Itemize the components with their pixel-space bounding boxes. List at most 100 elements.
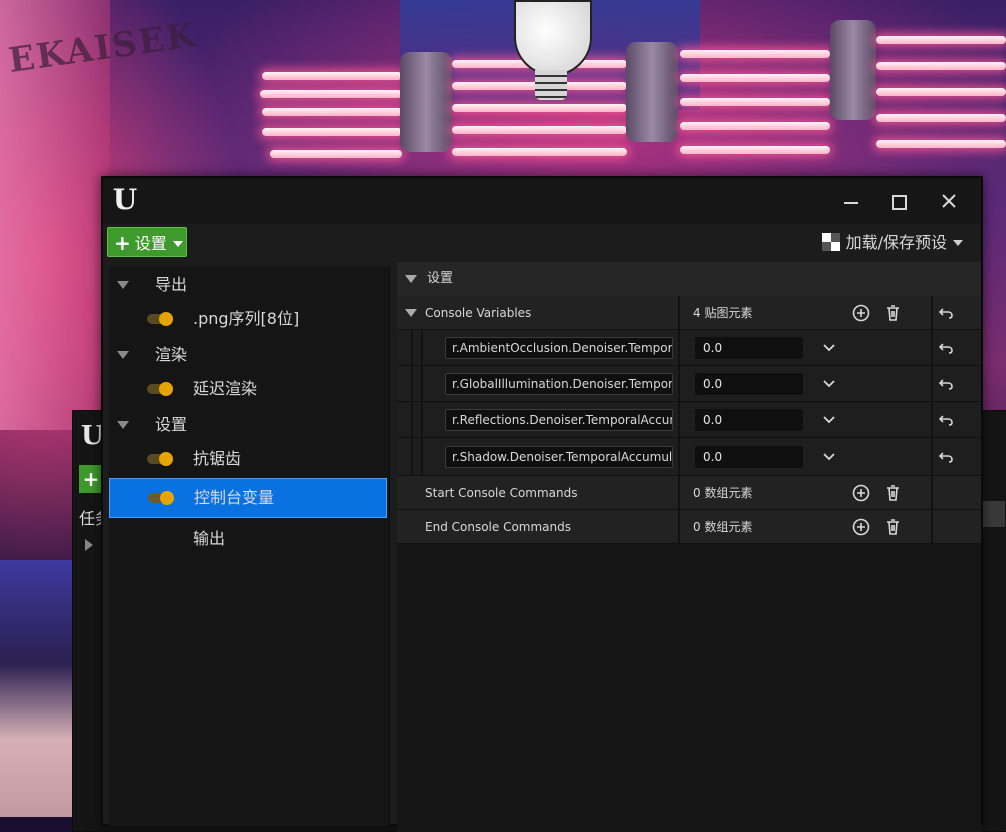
load-save-presets-button[interactable]: 加载/保存预设: [821, 230, 963, 256]
console-variable-value-input[interactable]: 0.0: [695, 373, 803, 395]
maximize-button[interactable]: [881, 186, 917, 216]
add-element-button[interactable]: [851, 483, 871, 503]
toolbar: + 设置 加载/保存预设: [103, 224, 981, 262]
enable-toggle[interactable]: [147, 452, 175, 466]
expand-arrow-icon[interactable]: [117, 421, 129, 429]
tree-category-export[interactable]: 导出: [109, 266, 387, 304]
expand-arrow-icon[interactable]: [85, 539, 93, 551]
neon-tube: [270, 150, 402, 158]
neon-tube: [876, 62, 1006, 70]
console-variable-key-input[interactable]: r.AmbientOcclusion.Denoiser.TemporalAccu…: [445, 337, 673, 359]
console-variable-key-input[interactable]: r.Shadow.Denoiser.TemporalAccumulation: [445, 446, 673, 468]
movie-render-settings-window: U + 设置 加载/保存预设 导出 .png序列[8位] 渲染 延迟渲染 设置 …: [101, 176, 983, 832]
delete-all-button[interactable]: [883, 483, 903, 503]
console-variable-key-input[interactable]: r.GlobalIllumination.Denoiser.TemporalAc…: [445, 373, 673, 395]
enable-toggle[interactable]: [147, 312, 175, 326]
console-variable-entry: r.Reflections.Denoiser.TemporalAccumulat…: [397, 402, 981, 438]
undo-icon: [938, 343, 953, 354]
pipe-cylinder: [626, 42, 678, 142]
settings-tree: 导出 .png序列[8位] 渲染 延迟渲染 设置 抗锯齿 控制台变量 输出: [109, 266, 390, 826]
console-variable-value-input[interactable]: 0.0: [695, 337, 803, 359]
chevron-down-icon: [953, 240, 963, 246]
enable-toggle[interactable]: [147, 382, 175, 396]
add-element-button[interactable]: [851, 517, 871, 537]
undo-icon: [938, 379, 953, 390]
tree-category-label: 导出: [155, 275, 188, 294]
preset-icon: [821, 233, 840, 251]
reset-to-default-button[interactable]: [935, 446, 957, 468]
delete-all-button[interactable]: [883, 303, 903, 323]
chevron-down-icon[interactable]: [821, 376, 837, 392]
indent-guide: [411, 438, 413, 475]
indent-guide: [421, 438, 423, 475]
tree-item-label: 抗锯齿: [193, 449, 242, 468]
chevron-down-icon: [172, 241, 183, 247]
indent-guide: [411, 402, 413, 437]
tree-category-settings[interactable]: 设置: [109, 406, 387, 444]
column-divider: [678, 366, 680, 401]
chevron-down-icon[interactable]: [821, 412, 837, 428]
maximize-icon: [891, 195, 907, 210]
trash-icon: [887, 485, 899, 501]
tree-item-deferred-rendering[interactable]: 延迟渲染: [109, 370, 387, 408]
expand-arrow-icon[interactable]: [405, 309, 417, 317]
column-divider: [678, 402, 680, 437]
unreal-logo-icon: U: [112, 183, 138, 216]
column-divider: [931, 402, 933, 437]
reset-to-default-button[interactable]: [935, 337, 957, 359]
enable-toggle[interactable]: [148, 491, 176, 505]
tree-item-png-sequence[interactable]: .png序列[8位]: [109, 300, 387, 338]
neon-tube: [680, 50, 830, 58]
column-divider: [931, 296, 933, 329]
tree-item-output[interactable]: 输出: [109, 520, 387, 558]
light-bulb-base: [535, 70, 567, 100]
neon-tube: [876, 114, 1006, 122]
add-setting-label: 设置: [134, 234, 167, 253]
light-bulb-icon: [514, 0, 592, 76]
neon-tube: [452, 104, 627, 112]
column-divider: [931, 438, 933, 475]
column-divider: [678, 330, 680, 365]
indent-guide: [421, 366, 423, 401]
reset-to-default-button[interactable]: [935, 409, 957, 431]
column-divider: [678, 438, 680, 475]
add-element-button[interactable]: [851, 303, 871, 323]
property-name: Console Variables: [425, 305, 532, 320]
console-variable-entry: r.AmbientOcclusion.Denoiser.TemporalAccu…: [397, 330, 981, 366]
minimize-icon: [844, 201, 858, 204]
reset-to-default-button[interactable]: [935, 373, 957, 395]
expand-arrow-icon[interactable]: [117, 281, 129, 289]
tree-item-anti-aliasing[interactable]: 抗锯齿: [109, 440, 387, 478]
console-variable-value-input[interactable]: 0.0: [695, 409, 803, 431]
title-bar[interactable]: U: [103, 178, 981, 224]
add-button[interactable]: +: [79, 465, 103, 493]
neon-tube: [452, 148, 627, 156]
tree-item-label: 控制台变量: [194, 488, 275, 507]
console-variable-key-input[interactable]: r.Reflections.Denoiser.TemporalAccumulat…: [445, 409, 673, 431]
neon-tube: [262, 128, 402, 136]
minimize-button[interactable]: [833, 186, 869, 216]
reset-to-default-button[interactable]: [935, 302, 957, 324]
expand-arrow-icon[interactable]: [405, 275, 417, 283]
neon-tube: [876, 140, 1006, 148]
close-button[interactable]: [931, 186, 967, 216]
tree-category-render[interactable]: 渲染: [109, 336, 387, 374]
neon-tube: [260, 90, 402, 98]
undo-icon: [938, 415, 953, 426]
delete-all-button[interactable]: [883, 517, 903, 537]
section-header-settings[interactable]: 设置: [397, 262, 981, 296]
presets-label: 加载/保存预设: [845, 233, 947, 252]
tree-item-label: 延迟渲染: [193, 379, 258, 398]
tree-item-console-variables[interactable]: 控制台变量: [109, 478, 387, 518]
plus-circle-icon: [852, 518, 870, 536]
trash-icon: [887, 519, 899, 535]
chevron-down-icon[interactable]: [821, 449, 837, 465]
property-name: End Console Commands: [425, 519, 571, 534]
chevron-down-icon[interactable]: [821, 340, 837, 356]
add-setting-button[interactable]: + 设置: [107, 227, 187, 257]
tree-category-label: 设置: [155, 415, 188, 434]
column-divider: [931, 330, 933, 365]
neon-tube: [680, 122, 830, 130]
expand-arrow-icon[interactable]: [117, 351, 129, 359]
console-variable-value-input[interactable]: 0.0: [695, 446, 803, 468]
